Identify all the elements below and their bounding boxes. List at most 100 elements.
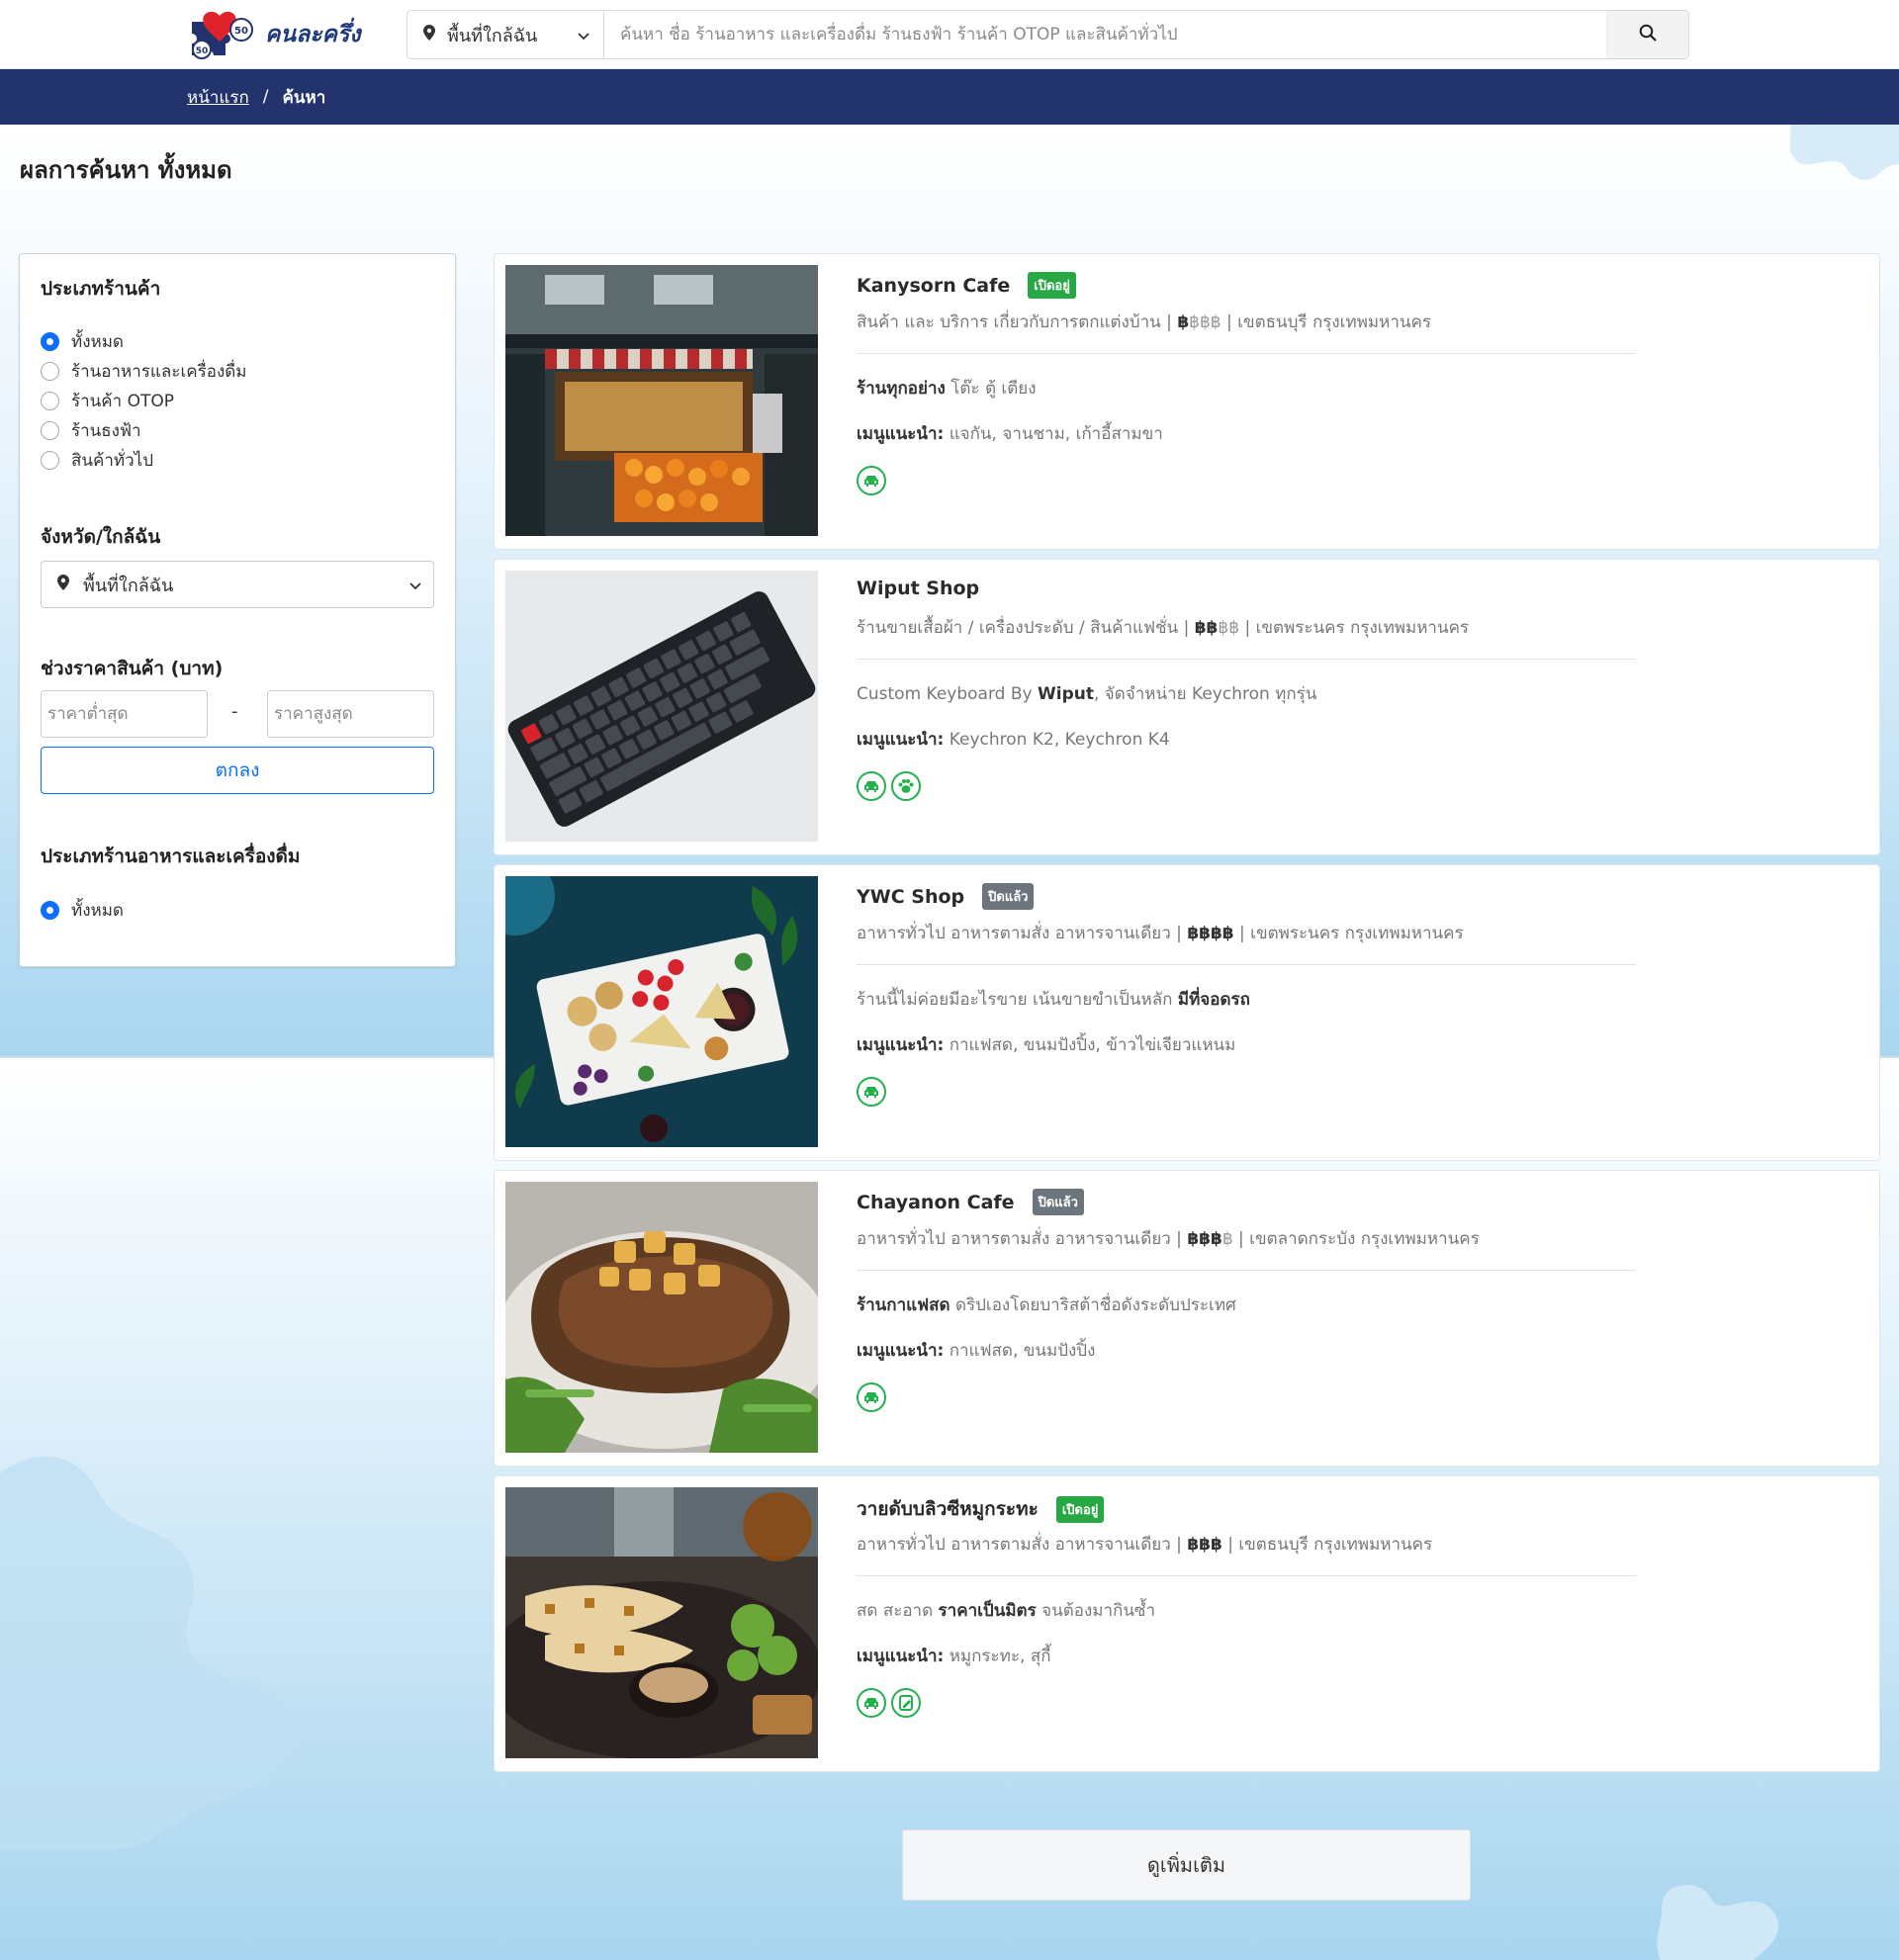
shop-name[interactable]: วายดับบลิวซีหมูกระทะ เปิดอยู่ <box>857 1494 1105 1524</box>
page-title: ผลการค้นหา ทั้งหมด <box>20 156 232 184</box>
shop-type-option[interactable]: ร้านอาหารและเครื่องดื่ม <box>41 358 247 385</box>
shop-name[interactable]: Chayanon Cafe ปิดแล้ว <box>857 1189 1084 1215</box>
shop-description: สด สะอาด ราคาเป็นมิตร จนต้องมากินซ้ำ <box>857 1597 1155 1624</box>
radio-unselected[interactable] <box>41 451 59 470</box>
search-input[interactable] <box>604 11 1606 58</box>
recommended-menu: เมนูแนะนำ: แจกัน, จานชาม, เก้าอี้สามขา <box>857 420 1163 447</box>
shop-description-text: สด สะอาด <box>857 1601 939 1621</box>
shop-card[interactable]: YWC Shop ปิดแล้ว อาหารทั่วไป อาหารตามสั่… <box>494 864 1880 1161</box>
price-min-input[interactable] <box>41 690 208 738</box>
card-divider <box>857 1270 1636 1271</box>
shop-name[interactable]: YWC Shop ปิดแล้ว <box>857 883 1035 910</box>
car-icon <box>857 1382 886 1412</box>
shop-image-grilled-pork[interactable] <box>505 1182 818 1453</box>
shop-description: Custom Keyboard By Wiput, จัดจำหน่าย Key… <box>857 680 1316 707</box>
shop-category: อาหารทั่วไป อาหารตามสั่ง อาหารจานเดียว | <box>857 1229 1182 1249</box>
price-max-input[interactable] <box>267 690 434 738</box>
car-icon <box>857 466 886 495</box>
recommended-menu: เมนูแนะนำ: กาแฟสด, ขนมปังปิ้ง, ข้าวไข่เจ… <box>857 1031 1235 1058</box>
status-badge-closed: ปิดแล้ว <box>1032 1189 1084 1215</box>
shop-meta: สินค้า และ บริการ เกี่ยวกับการตกแต่งบ้าน… <box>857 309 1431 335</box>
location-select[interactable]: พื้นที่ใกล้ฉัน <box>407 11 604 58</box>
shop-description-highlight: ร้านกาแฟสด <box>857 1295 950 1315</box>
puzzle-decoration-icon <box>1790 125 1899 180</box>
radio-unselected[interactable] <box>41 362 59 381</box>
shop-description: ร้านนี้ไม่ค่อยมีอะไรขาย เน้นขายขำเป็นหลั… <box>857 986 1250 1013</box>
shop-card[interactable]: วายดับบลิวซีหมูกระทะ เปิดอยู่ อาหารทั่วไ… <box>494 1475 1880 1772</box>
shop-image-platter[interactable] <box>505 876 818 1147</box>
food-type-option[interactable]: ทั้งหมด <box>41 897 124 924</box>
shop-card[interactable]: Wiput Shop ร้านขายเสื้อผ้า / เครื่องประด… <box>494 559 1880 855</box>
radio-selected[interactable] <box>41 332 59 351</box>
price-level-inactive: ฿ <box>1221 1229 1233 1249</box>
breadcrumb-separator: / <box>262 87 269 107</box>
radio-selected[interactable] <box>41 901 59 920</box>
shop-image-grilled-squid[interactable] <box>505 1487 818 1758</box>
shop-type-option[interactable]: ร้านธงฟ้า <box>41 417 141 444</box>
shop-card[interactable]: Kanysorn Cafe เปิดอยู่ สินค้า และ บริการ… <box>494 253 1880 550</box>
search-bar: พื้นที่ใกล้ฉัน <box>407 10 1689 59</box>
shop-name[interactable]: Wiput Shop <box>857 578 979 599</box>
recommended-menu-items: Keychron K2, Keychron K4 <box>944 730 1170 750</box>
shop-category: ร้านขายเสื้อผ้า / เครื่องประดับ / สินค้า… <box>857 618 1190 638</box>
shop-meta: อาหารทั่วไป อาหารตามสั่ง อาหารจานเดียว |… <box>857 920 1464 946</box>
shop-category: สินค้า และ บริการ เกี่ยวกับการตกแต่งบ้าน… <box>857 312 1172 332</box>
shop-type-option[interactable]: ทั้งหมด <box>41 328 124 355</box>
radio-unselected[interactable] <box>41 392 59 410</box>
province-title: จังหวัด/ใกล้ฉัน <box>41 526 161 548</box>
shop-name-text[interactable]: Kanysorn Cafe <box>857 275 1010 297</box>
breadcrumb-home-link[interactable]: หน้าแรก <box>187 84 249 111</box>
logo-text: คนละครึ่ง <box>265 22 361 47</box>
shop-image-storefront[interactable] <box>505 265 818 536</box>
car-icon <box>857 1077 886 1107</box>
load-more-button[interactable]: ดูเพิ่มเติม <box>902 1829 1471 1901</box>
service-icons <box>857 771 921 801</box>
province-select[interactable]: พื้นที่ใกล้ฉัน <box>41 561 434 608</box>
service-icons <box>857 466 886 495</box>
price-level-inactive: ฿฿ <box>1218 618 1240 638</box>
shop-category: อาหารทั่วไป อาหารตามสั่ง อาหารจานเดียว | <box>857 924 1182 943</box>
car-icon <box>857 771 886 801</box>
province-select-value: พื้นที่ใกล้ฉัน <box>83 575 174 596</box>
shop-type-option-label: สินค้าทั่วไป <box>71 451 154 471</box>
puzzle-decoration-icon <box>0 1456 299 1849</box>
card-divider <box>857 659 1636 660</box>
card-divider <box>857 964 1636 965</box>
shop-image-keyboard[interactable] <box>505 571 818 842</box>
price-level-active: ฿฿฿ <box>1187 1535 1222 1555</box>
food-type-title: ประเภทร้านอาหารและเครื่องดื่ม <box>41 846 301 867</box>
recommended-menu-label: เมนูแนะนำ: <box>857 1647 945 1666</box>
service-icons <box>857 1688 921 1718</box>
shop-card[interactable]: Chayanon Cafe ปิดแล้ว อาหารทั่วไป อาหารต… <box>494 1170 1880 1467</box>
price-apply-button[interactable]: ตกลง <box>41 747 434 794</box>
recommended-menu: เมนูแนะนำ: หมูกระทะ, สุกี้ <box>857 1643 1051 1669</box>
map-pin-icon <box>57 574 69 595</box>
radio-unselected[interactable] <box>41 421 59 440</box>
app-logo[interactable]: 50 50 คนละครึ่ง <box>186 8 374 61</box>
recommended-menu-items: หมูกระทะ, สุกี้ <box>944 1647 1051 1666</box>
shop-name[interactable]: Kanysorn Cafe เปิดอยู่ <box>857 272 1076 299</box>
price-range-dash: - <box>231 701 238 722</box>
svg-text:50: 50 <box>234 26 248 37</box>
shop-type-option[interactable]: ร้านค้า OTOP <box>41 388 174 414</box>
search-button[interactable] <box>1606 11 1688 58</box>
shop-name-text[interactable]: YWC Shop <box>857 886 964 908</box>
chevron-down-icon <box>578 25 589 45</box>
shop-name-text[interactable]: Wiput Shop <box>857 578 979 599</box>
status-badge-closed: ปิดแล้ว <box>982 883 1035 910</box>
service-icons <box>857 1382 886 1412</box>
shop-name-text[interactable]: Chayanon Cafe <box>857 1192 1015 1213</box>
service-icons <box>857 1077 886 1107</box>
puzzle-decoration-icon <box>1657 1885 1779 1960</box>
shop-description-text: Custom Keyboard By <box>857 684 1038 704</box>
breadcrumb: หน้าแรก / ค้นหา <box>0 69 1899 125</box>
shop-description-text: , จัดจำหน่าย Keychron ทุกรุ่น <box>1093 684 1317 704</box>
shop-name-text[interactable]: วายดับบลิวซีหมูกระทะ <box>857 1494 1039 1524</box>
shop-description-text: จนต้องมากินซ้ำ <box>1036 1601 1156 1621</box>
shop-location: | เขตธนบุรี กรุงเทพมหานคร <box>1227 1535 1433 1555</box>
shop-description-text: โต๊ะ ตู้ เตียง <box>945 379 1037 399</box>
shop-description-highlight: มีที่จอดรถ <box>1177 990 1250 1010</box>
recommended-menu: เมนูแนะนำ: Keychron K2, Keychron K4 <box>857 726 1170 753</box>
price-level-active: ฿฿ <box>1194 618 1219 638</box>
shop-type-option[interactable]: สินค้าทั่วไป <box>41 447 153 474</box>
